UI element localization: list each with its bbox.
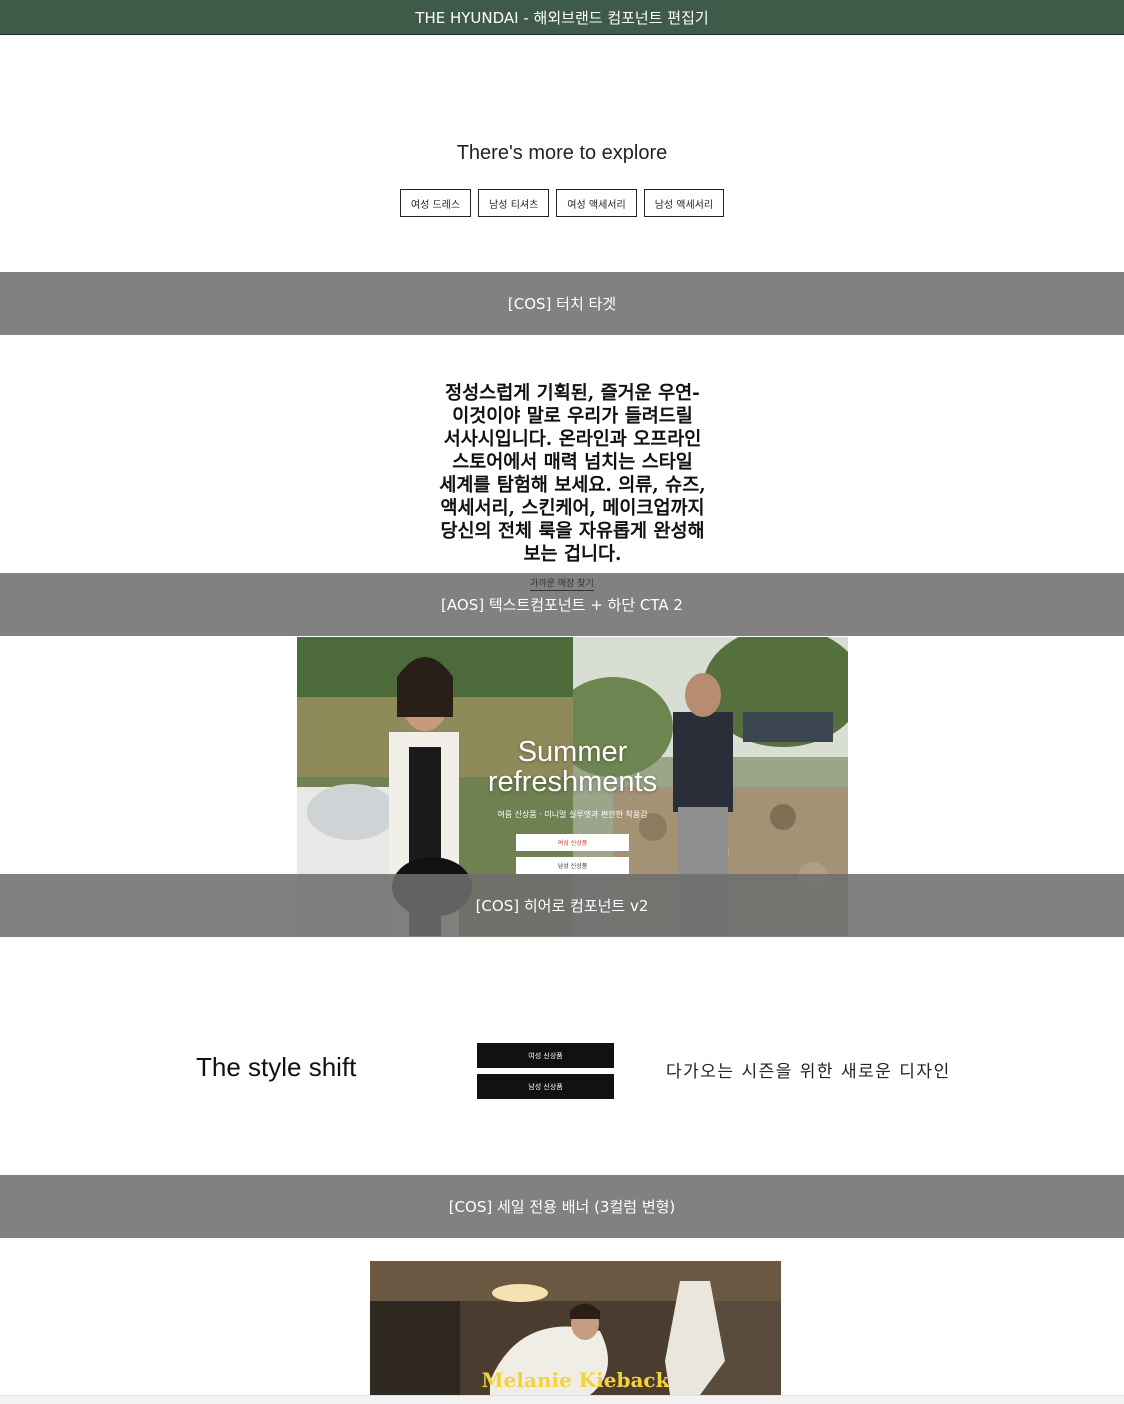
style-men-new-button[interactable]: 남성 신상품 <box>477 1074 614 1099</box>
story-line: 보는 겁니다. <box>523 544 622 565</box>
chip-women-dresses[interactable]: 여성 드레스 <box>399 189 472 217</box>
sale-banner-image[interactable]: Melanie Kieback <box>370 1261 781 1395</box>
component-label-hero[interactable]: [COS] 히어로 컴포넌트 v2 <box>0 874 1124 937</box>
hero-title: Summer refreshments <box>297 737 848 797</box>
chip-men-accessories[interactable]: 남성 액세서리 <box>643 189 725 217</box>
banner-brand-name: Melanie Kieback <box>481 1368 670 1392</box>
story-line: 서사시입니다. 온라인과 오프라인 <box>443 429 702 450</box>
story-line: 이것이야 말로 우리가 들려드릴 <box>452 406 693 427</box>
hero-subtitle: 여름 신상품 · 미니멀 실루엣과 편안한 착용감 <box>497 810 648 819</box>
story-line: 정성스럽게 기획된, 즐거운 우연- <box>445 383 700 404</box>
chip-women-accessories[interactable]: 여성 액세서리 <box>556 189 637 217</box>
store-finder-link-wrap: 가까운 매장 찾기 <box>0 576 1124 591</box>
component-label-touch-target[interactable]: [COS] 터치 타겟 <box>0 272 1124 335</box>
style-women-new-button[interactable]: 여성 신상품 <box>477 1043 614 1068</box>
category-chips: 여성 드레스 남성 티셔츠 여성 액세서리 남성 액세서리 <box>0 189 1124 217</box>
app-header: THE HYUNDAI - 해외브랜드 컴포넌트 편집기 <box>0 0 1124 35</box>
app-title: THE HYUNDAI - 해외브랜드 컴포넌트 편집기 <box>415 8 709 27</box>
hero-title-line: Summer <box>517 736 628 768</box>
component-label-sale-banner[interactable]: [COS] 세일 전용 배너 (3컬럼 변형) <box>0 1175 1124 1238</box>
hero-title-line: refreshments <box>487 766 658 798</box>
hero-men-new-button[interactable]: 남성 신상품 <box>516 857 629 874</box>
story-line: 액세서리, 스킨케어, 메이크업까지 <box>440 498 705 519</box>
explore-title: There's more to explore <box>456 142 668 164</box>
story-line: 스토어에서 매력 넘치는 스타일 <box>452 452 693 473</box>
story-text: 정성스럽게 기획된, 즐거운 우연- 이것이야 말로 우리가 들려드릴 서사시입… <box>430 382 715 566</box>
story-line: 당신의 전체 룩을 자유롭게 완성해 <box>440 521 705 542</box>
style-shift-title: The style shift <box>196 1052 357 1082</box>
chip-men-tshirts[interactable]: 남성 티셔츠 <box>478 189 550 217</box>
hero-women-new-button[interactable]: 여성 신상품 <box>516 834 629 851</box>
story-line: 세계를 탐험해 보세요. 의류, 슈즈, <box>439 475 706 496</box>
style-shift-description: 다가오는 시즌을 위한 새로운 디자인 <box>666 1062 951 1082</box>
store-finder-link[interactable]: 가까운 매장 찾기 <box>530 579 594 591</box>
